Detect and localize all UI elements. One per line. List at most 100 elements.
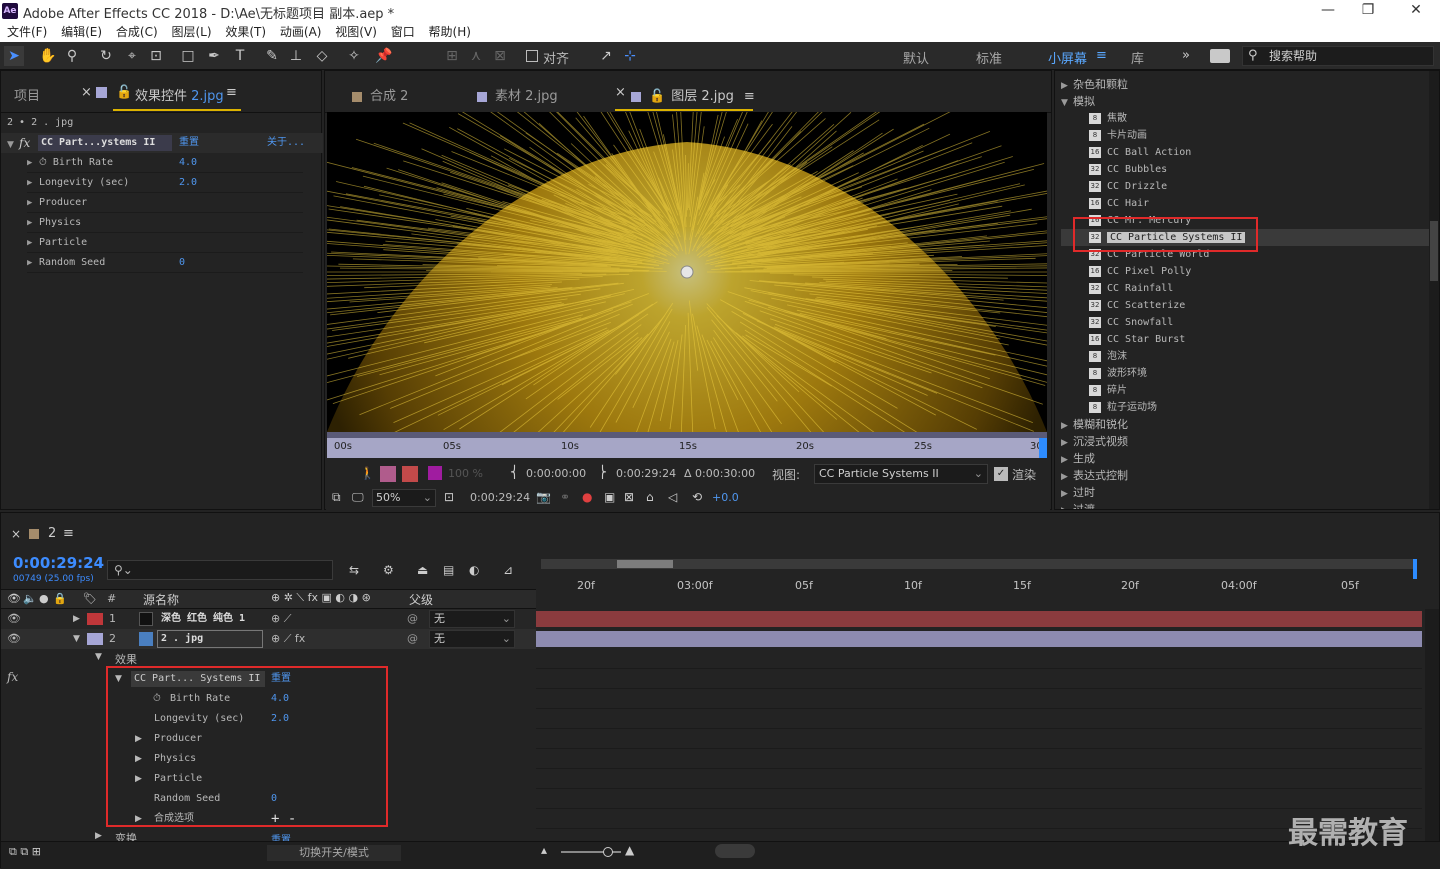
- view-axis-icon[interactable]: ⊠: [490, 46, 510, 66]
- timeline-nav-scroll[interactable]: [715, 844, 755, 858]
- zoom-value[interactable]: 100 %: [448, 467, 483, 480]
- motion-blur-icon[interactable]: ◐: [469, 563, 479, 577]
- viewer-time-ruler[interactable]: 00s 05s 10s 15s 20s 25s 30s: [327, 438, 1048, 458]
- draft-3d-icon[interactable]: ⚙: [383, 563, 394, 577]
- parent-select[interactable]: 无 ⌄: [429, 630, 515, 648]
- roto-brush-tool-icon[interactable]: ✧: [344, 46, 364, 66]
- effect-name[interactable]: CC Part...ystems II: [38, 135, 172, 151]
- always-preview-icon[interactable]: ⧉: [332, 490, 341, 505]
- menu-file[interactable]: 文件(F): [7, 25, 47, 39]
- render-checkbox[interactable]: ✓: [994, 467, 1008, 481]
- layer-row[interactable]: 👁 ▼ 2 2 . jpg ⊕ ⟋ fx @ 无 ⌄: [1, 629, 536, 649]
- channel-icon[interactable]: [380, 466, 396, 482]
- panel-menu-icon[interactable]: ≡: [226, 85, 237, 100]
- search-help-input[interactable]: 搜索帮助: [1242, 46, 1434, 66]
- in-point-time[interactable]: 0:00:00:00: [526, 467, 586, 480]
- layer-label-color[interactable]: [87, 633, 103, 645]
- scrollbar-thumb[interactable]: [1430, 221, 1438, 281]
- prop-physics[interactable]: ▶ Physics: [27, 213, 303, 233]
- sync-settings-icon[interactable]: [1210, 49, 1230, 63]
- panel-menu-icon[interactable]: ≡: [63, 526, 74, 541]
- clone-stamp-tool-icon[interactable]: ⊥: [286, 46, 306, 66]
- expand-triangle-icon[interactable]: ▶: [95, 831, 102, 841]
- layer-2-duration-bar[interactable]: [536, 631, 1422, 647]
- toggle-transparency-icon[interactable]: 🚶: [360, 466, 375, 480]
- tab-composition[interactable]: 合成 2: [352, 85, 408, 104]
- workspace-library[interactable]: 库: [1131, 48, 1144, 67]
- prop-value[interactable]: 2.0: [179, 173, 197, 193]
- rotation-tool-icon[interactable]: ↻: [96, 46, 116, 66]
- effect-category[interactable]: ▶ 杂色和颗粒: [1061, 76, 1431, 93]
- zoom-tool-icon[interactable]: ⚲: [62, 46, 82, 66]
- column-source-name[interactable]: 源名称: [143, 591, 179, 608]
- effect-item[interactable]: 16 CC Hair: [1061, 195, 1431, 212]
- work-area-range[interactable]: [541, 559, 1417, 569]
- monitor-icon[interactable]: 🖵: [352, 490, 364, 505]
- grid-icon[interactable]: ▣: [604, 490, 615, 504]
- snapshot-icon[interactable]: 📷: [536, 490, 551, 504]
- workspace-standard[interactable]: 标准: [976, 48, 1002, 67]
- snap-icon[interactable]: ↗: [596, 46, 616, 66]
- work-area-handle[interactable]: [617, 560, 673, 568]
- shy-layers-icon[interactable]: ⏏: [417, 563, 428, 577]
- zoom-in-icon[interactable]: ▲: [625, 843, 634, 857]
- effect-category[interactable]: ▼ 模拟: [1061, 93, 1431, 110]
- snap-checkbox[interactable]: [526, 50, 538, 62]
- collapse-triangle-icon[interactable]: ▼: [73, 629, 80, 649]
- fx-icon[interactable]: fx: [7, 670, 18, 684]
- effect-category[interactable]: ▶ 生成: [1061, 450, 1431, 467]
- color-swatch-icon[interactable]: [428, 466, 442, 480]
- timeline-ruler[interactable]: 20f 03:00f 05f 10f 15f 20f 04:00f 05f: [541, 569, 1417, 592]
- hand-tool-icon[interactable]: ✋: [38, 46, 58, 66]
- puppet-pin-tool-icon[interactable]: 📌: [374, 46, 394, 66]
- visibility-icon[interactable]: 👁: [7, 609, 21, 629]
- menu-animation[interactable]: 动画(A): [280, 25, 322, 39]
- menu-view[interactable]: 视图(V): [335, 25, 377, 39]
- current-time[interactable]: 0:00:29:24: [470, 491, 530, 504]
- restore-icon[interactable]: ❐: [1356, 2, 1380, 18]
- type-tool-icon[interactable]: T: [230, 46, 250, 66]
- layer-name[interactable]: 2 . jpg: [157, 630, 263, 648]
- close-icon[interactable]: ✕: [1404, 2, 1428, 18]
- exposure-value[interactable]: +0.0: [712, 491, 739, 504]
- footer-toggle-icons[interactable]: ⧉ ⧉ ⊞: [9, 845, 41, 859]
- workspace-small-screen[interactable]: 小屏幕: [1048, 48, 1087, 67]
- tab-close-icon[interactable]: ×: [11, 527, 21, 541]
- tab-close-icon[interactable]: ×: [615, 85, 626, 100]
- panel-menu-icon[interactable]: ≡: [744, 89, 755, 104]
- mask-icon[interactable]: ⌂: [646, 490, 654, 504]
- comp-mini-flowchart-icon[interactable]: ⇆: [349, 563, 359, 577]
- view-select[interactable]: CC Particle Systems II ⌄: [814, 464, 988, 484]
- alpha-icon[interactable]: [402, 466, 418, 482]
- more-workspaces-icon[interactable]: »: [1182, 48, 1190, 63]
- expand-triangle-icon[interactable]: ▶: [1061, 503, 1073, 509]
- tab-footage[interactable]: 素材 2.jpg: [477, 85, 558, 104]
- layer-switches-icon[interactable]: ⊕ ⟋: [271, 609, 291, 629]
- tab-close-icon[interactable]: ×: [81, 85, 92, 100]
- tab-layer[interactable]: 🔓 图层 2.jpg ≡: [631, 85, 755, 104]
- layer-switches-icon[interactable]: ⊕ ⟋ fx: [271, 629, 305, 649]
- pickwhip-icon[interactable]: @: [407, 609, 418, 629]
- graph-editor-icon[interactable]: ⊿: [503, 563, 513, 577]
- prop-value[interactable]: 4.0: [179, 153, 197, 173]
- timeline-search-input[interactable]: ⚲⌄: [107, 560, 333, 580]
- effect-item[interactable]: 8 卡片动画: [1061, 127, 1431, 144]
- effect-item[interactable]: 16 CC Star Burst: [1061, 331, 1431, 348]
- minimize-icon[interactable]: —: [1316, 2, 1340, 18]
- rgb-channels-icon[interactable]: ●: [582, 490, 592, 504]
- effect-item[interactable]: 32 CC Drizzle: [1061, 178, 1431, 195]
- effect-category[interactable]: ▶ 模糊和锐化: [1061, 416, 1431, 433]
- visibility-icon[interactable]: 👁: [7, 629, 21, 649]
- effect-item[interactable]: 8 粒子运动场: [1061, 399, 1431, 416]
- prop-longevity[interactable]: ▶ Longevity (sec) 2.0: [27, 173, 303, 193]
- pen-tool-icon[interactable]: ✒: [204, 46, 224, 66]
- effect-item[interactable]: 16 CC Pixel Polly: [1061, 263, 1431, 280]
- menu-help[interactable]: 帮助(H): [429, 25, 471, 39]
- stopwatch-icon[interactable]: ⏱: [39, 157, 47, 168]
- effect-item[interactable]: 8 焦散: [1061, 110, 1431, 127]
- effect-reset-button[interactable]: 重置: [179, 135, 199, 151]
- effect-item[interactable]: 32 CC Scatterize: [1061, 297, 1431, 314]
- 3d-view-icon[interactable]: ◁: [668, 490, 677, 504]
- playhead[interactable]: [1039, 438, 1047, 458]
- effects-scrollbar[interactable]: [1429, 71, 1439, 509]
